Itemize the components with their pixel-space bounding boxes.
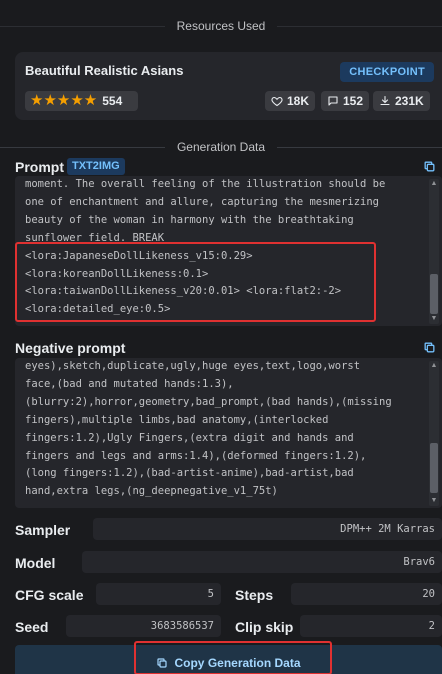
seed-value: 3683586537	[66, 615, 221, 637]
negative-prompt-text[interactable]: eyes),sketch,duplicate,ugly,huge eyes,te…	[15, 358, 442, 501]
negative-prompt-label: Negative prompt	[15, 340, 126, 356]
download-icon	[380, 95, 390, 106]
resource-card[interactable]: Beautiful Realistic Asians CHECKPOINT ★★…	[15, 52, 442, 120]
model-value: Brav6	[82, 551, 442, 573]
generation-data-heading: Generation Data	[176, 140, 266, 154]
likes-count: 18K	[287, 94, 310, 108]
copy-negative-prompt-icon[interactable]	[423, 341, 436, 354]
prompt-text[interactable]: moment. The overall feeling of the illus…	[15, 176, 442, 319]
comments-count: 152	[343, 94, 364, 108]
prompt-label: Prompt	[15, 159, 64, 175]
resource-name[interactable]: Beautiful Realistic Asians	[25, 63, 183, 78]
cfg-scale-label: CFG scale	[15, 587, 84, 603]
seed-label: Seed	[15, 619, 49, 635]
rating-count: 554	[102, 94, 123, 108]
resources-used-heading: Resources Used	[176, 19, 266, 33]
scroll-down-arrow-icon[interactable]: ▼	[429, 496, 439, 506]
generation-data-divider: Generation Data	[0, 137, 442, 157]
cfg-scale-value: 5	[96, 583, 221, 605]
copy-generation-data-button[interactable]: Copy Generation Data	[15, 645, 442, 674]
copy-prompt-icon[interactable]	[423, 160, 436, 173]
rating-badge: ★★★★★ 554	[25, 91, 138, 111]
sampler-label: Sampler	[15, 522, 71, 538]
negative-prompt-text-panel[interactable]: eyes),sketch,duplicate,ugly,huge eyes,te…	[15, 358, 442, 508]
scroll-down-arrow-icon[interactable]: ▼	[429, 314, 439, 324]
model-label: Model	[15, 555, 56, 571]
steps-label: Steps	[235, 587, 274, 603]
prompt-text-panel[interactable]: moment. The overall feeling of the illus…	[15, 176, 442, 326]
downloads-badge: 231K	[373, 91, 430, 111]
resource-type-badge: CHECKPOINT	[340, 62, 434, 82]
clip-skip-label: Clip skip	[235, 619, 294, 635]
heart-icon	[271, 96, 283, 107]
copy-generation-data-label: Copy Generation Data	[174, 656, 301, 670]
prompt-scrollbar[interactable]: ▲ ▼	[429, 179, 439, 324]
sampler-value: DPM++ 2M Karras	[93, 518, 442, 540]
downloads-count: 231K	[395, 94, 424, 108]
clip-skip-value: 2	[300, 615, 442, 637]
scroll-up-arrow-icon[interactable]: ▲	[429, 361, 439, 371]
likes-badge: 18K	[265, 91, 316, 111]
negative-prompt-scrollbar[interactable]: ▲ ▼	[429, 361, 439, 506]
star-rating-icon: ★★★★★	[30, 92, 98, 109]
prompt-mode-badge: TXT2IMG	[67, 158, 125, 175]
resources-used-divider: Resources Used	[0, 16, 442, 36]
negative-prompt-scrollbar-thumb[interactable]	[430, 443, 438, 493]
comments-badge: 152	[321, 91, 370, 111]
copy-icon	[157, 658, 168, 668]
scroll-up-arrow-icon[interactable]: ▲	[429, 179, 439, 189]
steps-value: 20	[291, 583, 442, 605]
comment-icon	[328, 96, 338, 106]
prompt-scrollbar-thumb[interactable]	[430, 274, 438, 314]
